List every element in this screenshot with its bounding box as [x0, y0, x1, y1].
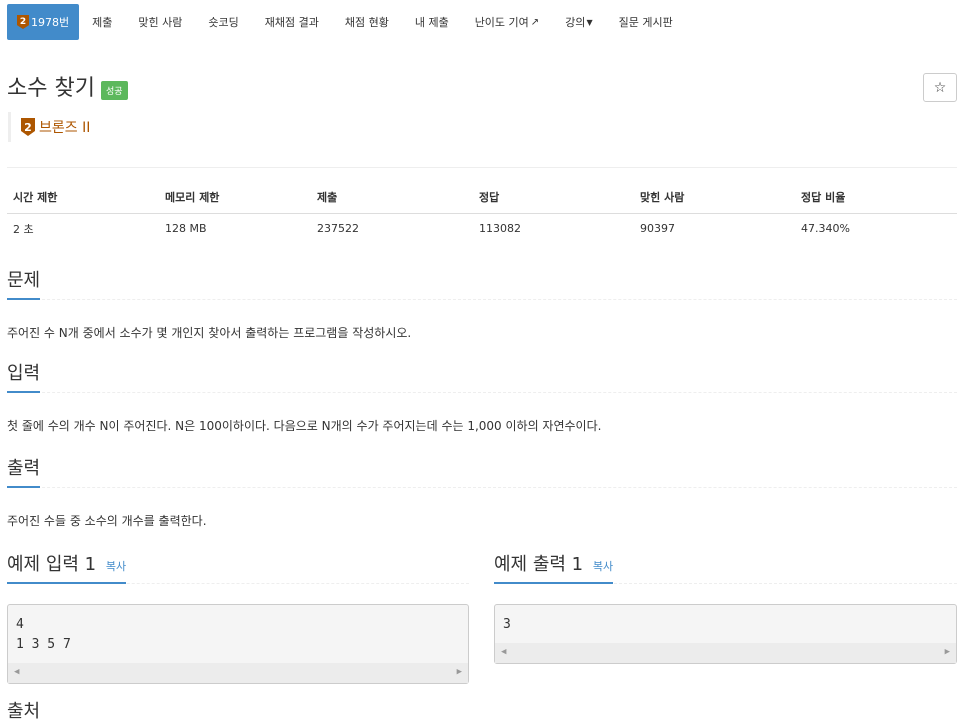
sample-heading: 예제 입력 1 복사 [7, 553, 469, 584]
value-accept-ratio: 47.340% [801, 222, 850, 236]
input-heading: 입력 [7, 362, 41, 393]
bronze-tier-icon: 2 [17, 15, 29, 29]
bronze-tier-icon: 2 [21, 118, 35, 136]
copy-input-button[interactable]: 복사 [106, 560, 126, 573]
header-accept-ratio: 정답 비율 [795, 182, 957, 214]
sample-output-content: 3 [503, 617, 511, 632]
sample-heading: 예제 출력 1 복사 [494, 553, 957, 584]
nav-problem-number-label: 1978번 [31, 16, 70, 29]
nav-short-coding-label: 숏코딩 [208, 16, 239, 29]
sample-input-content: 4 1 3 5 7 [16, 617, 71, 652]
star-icon: ☆ [933, 79, 947, 96]
header-solved-users: 맞힌 사람 [634, 182, 795, 214]
info-value-row: 2 초 128 MB 237522 113082 90397 47.340% [7, 213, 957, 244]
header-time-limit: 시간 제한 [7, 182, 159, 214]
problem-output-section: 출력 주어진 수들 중 소수의 개수를 출력한다. [7, 457, 957, 529]
nav-rejudge-results-label: 재채점 결과 [264, 16, 319, 29]
nav-problem-number[interactable]: 2 1978번 [7, 4, 80, 40]
star-button[interactable]: ☆ [923, 73, 957, 102]
sample-output-1: 예제 출력 1 복사 3 ◀ ▶ [494, 553, 957, 664]
sample-output-box[interactable]: 3 ◀ ▶ [494, 604, 957, 664]
scroll-right-icon[interactable]: ▶ [945, 647, 950, 657]
nav-submit[interactable]: 제출 [79, 4, 125, 40]
nav-lectures-dropdown[interactable]: 강의 ▼ [552, 4, 605, 40]
status-badge: 성공 [100, 80, 128, 100]
sample-input-1: 예제 입력 1 복사 4 1 3 5 7 ◀ ▶ [7, 553, 469, 684]
problem-title-row: 소수 찾기 성공 [7, 70, 128, 102]
section-heading: 출처 [7, 700, 957, 721]
sample-input-label: 예제 입력 1 [7, 554, 97, 575]
sample-output-label: 예제 출력 1 [494, 554, 584, 575]
input-text: 첫 줄에 수의 개수 N이 주어진다. N은 100이하이다. 다음으로 N개의… [7, 419, 602, 433]
horizontal-scrollbar[interactable]: ◀ ▶ [495, 643, 956, 663]
copy-output-button[interactable]: 복사 [593, 560, 613, 573]
header-accepted: 정답 [473, 182, 634, 214]
caret-down-icon: ▼ [586, 17, 593, 27]
scroll-left-icon[interactable]: ◀ [14, 667, 19, 677]
section-heading: 입력 [7, 362, 957, 393]
problem-description-section: 문제 주어진 수 N개 중에서 소수가 몇 개인지 찾아서 출력하는 프로그램을… [7, 269, 957, 341]
header-memory-limit: 메모리 제한 [159, 182, 311, 214]
nav-qna-board[interactable]: 질문 게시판 [606, 4, 686, 40]
tier-name: 브론즈 II [39, 120, 91, 136]
value-submissions: 237522 [317, 222, 359, 236]
external-link-icon: ↗ [530, 16, 540, 28]
horizontal-scrollbar[interactable]: ◀ ▶ [8, 663, 468, 683]
problem-source-section: 출처 [7, 700, 957, 721]
section-heading: 출력 [7, 457, 957, 488]
problem-info-table: 시간 제한 메모리 제한 제출 정답 맞힌 사람 정답 비율 2 초 128 M… [7, 182, 957, 244]
nav-qna-label: 질문 게시판 [618, 16, 673, 29]
nav-submit-label: 제출 [92, 16, 113, 29]
nav-difficulty-contribution[interactable]: 난이도 기여 ↗ [462, 4, 553, 40]
value-time-limit: 2 초 [13, 222, 34, 236]
sample-input-box[interactable]: 4 1 3 5 7 ◀ ▶ [7, 604, 469, 684]
nav-judge-status-label: 채점 현황 [344, 16, 389, 29]
nav-lectures-label: 강의 [565, 16, 586, 29]
sample-input-heading: 예제 입력 1 복사 [7, 553, 127, 584]
value-solved-users: 90397 [640, 222, 675, 236]
description-text: 주어진 수 N개 중에서 소수가 몇 개인지 찾아서 출력하는 프로그램을 작성… [7, 326, 412, 340]
scroll-left-icon[interactable]: ◀ [501, 647, 506, 657]
nav-difficulty-label: 난이도 기여 [474, 16, 529, 29]
page-title: 소수 찾기 [7, 76, 95, 101]
info-header-row: 시간 제한 메모리 제한 제출 정답 맞힌 사람 정답 비율 [7, 182, 957, 214]
problem-input-section: 입력 첫 줄에 수의 개수 N이 주어진다. N은 100이하이다. 다음으로 … [7, 362, 957, 434]
nav-short-coding[interactable]: 숏코딩 [195, 4, 251, 40]
description-heading: 문제 [7, 269, 41, 300]
problem-tier: 2 브론즈 II [8, 112, 90, 142]
value-accepted: 113082 [479, 222, 521, 236]
output-heading: 출력 [7, 457, 41, 488]
header-submissions: 제출 [311, 182, 473, 214]
divider [7, 167, 957, 168]
nav-solved-users[interactable]: 맞힌 사람 [125, 4, 195, 40]
value-memory-limit: 128 MB [165, 222, 207, 236]
nav-solved-users-label: 맞힌 사람 [138, 16, 183, 29]
scroll-right-icon[interactable]: ▶ [457, 667, 462, 677]
source-heading: 출처 [7, 700, 40, 721]
nav-my-submissions-label: 내 제출 [414, 16, 449, 29]
nav-judge-status[interactable]: 채점 현황 [332, 4, 402, 40]
nav-my-submissions[interactable]: 내 제출 [402, 4, 462, 40]
section-heading: 문제 [7, 269, 957, 300]
nav-rejudge-results[interactable]: 재채점 결과 [252, 4, 332, 40]
output-text: 주어진 수들 중 소수의 개수를 출력한다. [7, 514, 207, 528]
problem-nav: 2 1978번 제출 맞힌 사람 숏코딩 재채점 결과 채점 현황 내 제출 난… [7, 4, 686, 40]
sample-output-heading: 예제 출력 1 복사 [494, 553, 614, 584]
